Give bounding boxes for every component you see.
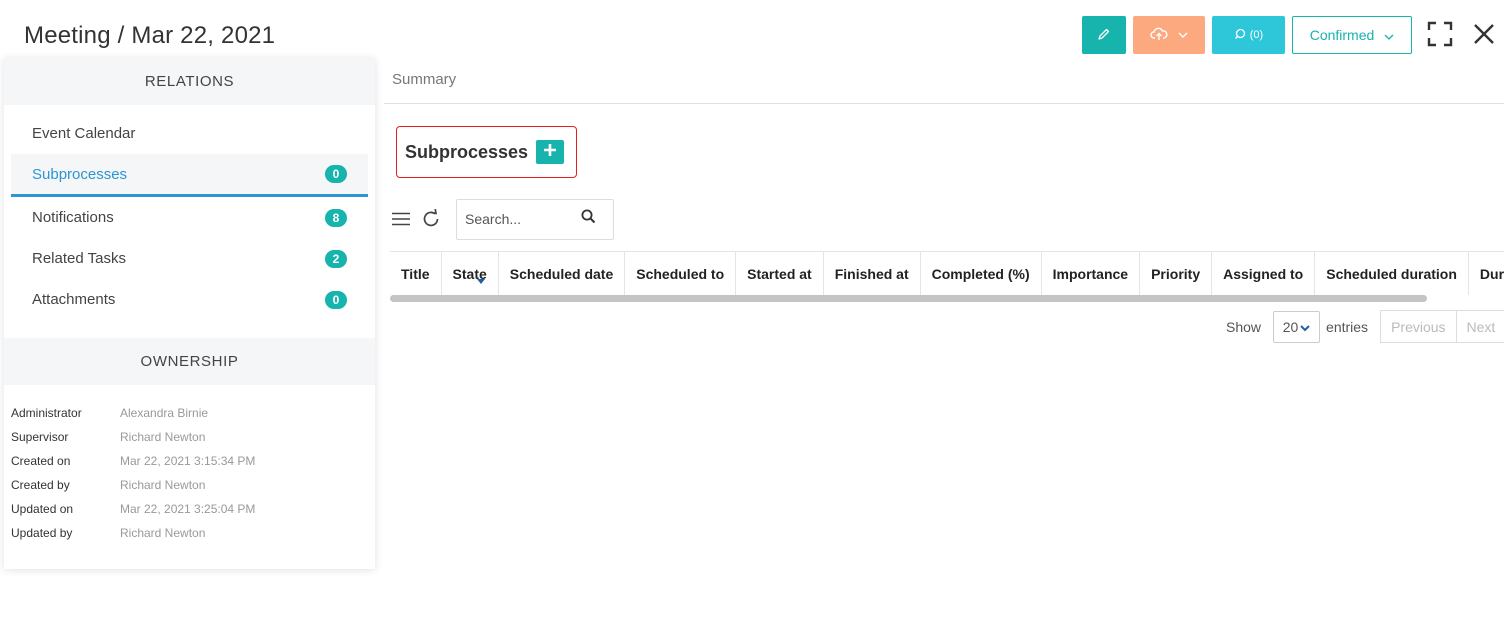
sort-icon xyxy=(476,273,486,289)
ownership-row: Updated by Richard Newton xyxy=(11,521,368,545)
column-header-state[interactable]: State xyxy=(441,252,499,295)
sidebar-item-label: Attachments xyxy=(32,291,116,308)
sidebar-item-label: Notifications xyxy=(32,209,114,226)
ownership-row: Supervisor Richard Newton xyxy=(11,425,368,449)
ownership-label: Supervisor xyxy=(11,430,69,444)
comment-icon xyxy=(1234,28,1246,43)
column-header-scheduled-duration[interactable]: Scheduled duration xyxy=(1314,252,1469,295)
sidebar-item-label: Subprocesses xyxy=(32,165,128,183)
show-label: Show xyxy=(1226,318,1262,335)
pencil-icon xyxy=(1097,27,1111,44)
ownership-label: Created on xyxy=(11,454,71,468)
page-size-select[interactable]: 20 xyxy=(1273,310,1321,343)
column-header-priority[interactable]: Priority xyxy=(1139,252,1213,295)
count-badge: 0 xyxy=(325,165,347,183)
chevron-down-icon xyxy=(1178,29,1188,41)
subprocesses-header: Subprocesses xyxy=(396,126,577,178)
cloud-upload-icon xyxy=(1150,27,1168,44)
sidebar-item-attachments[interactable]: Attachments 0 xyxy=(11,279,368,320)
pagination: Show 20 entries Previous Next xyxy=(1226,310,1504,343)
tab-summary[interactable]: Summary xyxy=(392,71,456,88)
sidebar-item-subprocesses[interactable]: Subprocesses 0 xyxy=(11,154,368,197)
count-badge: 0 xyxy=(325,290,347,309)
sidebar-item-related-tasks[interactable]: Related Tasks 2 xyxy=(11,238,368,279)
ownership-list: Administrator Alexandra Birnie Superviso… xyxy=(4,385,375,545)
scrollbar-thumb[interactable] xyxy=(390,295,1427,302)
ownership-label: Updated on xyxy=(11,502,74,516)
previous-page-button[interactable]: Previous xyxy=(1380,310,1457,343)
horizontal-scrollbar[interactable] xyxy=(390,295,1504,303)
table-header-row: Title State Scheduled date Scheduled to … xyxy=(390,252,1504,295)
ownership-row: Created on Mar 22, 2021 3:15:34 PM xyxy=(11,449,368,473)
column-header-importance[interactable]: Importance xyxy=(1041,252,1141,295)
relations-list: Event Calendar Subprocesses 0 Notificati… xyxy=(4,105,375,320)
column-header-finished-at[interactable]: Finished at xyxy=(823,252,921,295)
ownership-row: Created by Richard Newton xyxy=(11,473,368,497)
ownership-value: Richard Newton xyxy=(120,526,206,540)
status-label: Confirmed xyxy=(1309,27,1375,43)
column-header-duration[interactable]: Dura xyxy=(1468,252,1504,295)
edit-button[interactable] xyxy=(1082,16,1126,54)
ownership-value: Richard Newton xyxy=(120,430,206,444)
ownership-label: Updated by xyxy=(11,526,73,540)
column-header-started-at[interactable]: Started at xyxy=(735,252,824,295)
divider xyxy=(384,103,1504,104)
column-header-assigned-to[interactable]: Assigned to xyxy=(1211,252,1316,295)
count-badge: 2 xyxy=(325,249,347,268)
entries-label: entries xyxy=(1326,318,1369,335)
ownership-label: Administrator xyxy=(11,406,82,420)
ownership-row: Administrator Alexandra Birnie xyxy=(11,401,368,425)
section-title: Subprocesses xyxy=(405,141,529,162)
close-icon[interactable] xyxy=(1470,20,1498,48)
sidebar-item-label: Related Tasks xyxy=(32,250,126,267)
ownership-value: Mar 22, 2021 3:25:04 PM xyxy=(120,502,256,516)
ownership-label: Created by xyxy=(11,478,70,492)
ownership-value: Alexandra Birnie xyxy=(120,406,209,420)
table-toolbar xyxy=(390,198,614,240)
toolbar: (0) Confirmed xyxy=(0,16,1504,54)
status-dropdown[interactable]: Confirmed xyxy=(1292,16,1412,54)
comments-button[interactable]: (0) xyxy=(1212,16,1285,54)
subprocesses-table: Title State Scheduled date Scheduled to … xyxy=(390,251,1504,295)
search-field[interactable] xyxy=(456,198,614,240)
count-badge: 8 xyxy=(325,208,347,227)
next-page-button[interactable]: Next xyxy=(1456,310,1504,343)
relations-header: RELATIONS xyxy=(4,58,375,105)
ownership-header: OWNERSHIP xyxy=(4,338,375,385)
column-header-title[interactable]: Title xyxy=(390,252,442,295)
page-size-value: 20 xyxy=(1282,318,1299,335)
ownership-value: Richard Newton xyxy=(120,478,206,492)
ownership-value: Mar 22, 2021 3:15:34 PM xyxy=(120,454,256,468)
sidebar-item-notifications[interactable]: Notifications 8 xyxy=(11,197,368,238)
column-header-scheduled-to[interactable]: Scheduled to xyxy=(624,252,737,295)
chevron-down-icon xyxy=(1300,319,1311,335)
chevron-down-icon xyxy=(1384,27,1394,43)
search-icon[interactable] xyxy=(581,209,596,229)
sidebar-item-label: Event Calendar xyxy=(32,125,136,142)
comments-count: (0) xyxy=(1249,29,1264,41)
column-header-scheduled-date[interactable]: Scheduled date xyxy=(498,252,626,295)
search-input[interactable] xyxy=(465,211,581,227)
sidebar: RELATIONS Event Calendar Subprocesses 0 … xyxy=(4,58,375,569)
add-subprocess-button[interactable] xyxy=(536,140,565,164)
main-panel: Summary Subprocesses Title xyxy=(384,58,1504,639)
cloud-upload-dropdown-button[interactable] xyxy=(1133,16,1205,54)
menu-icon[interactable] xyxy=(390,208,412,230)
sidebar-item-event-calendar[interactable]: Event Calendar xyxy=(11,113,368,154)
refresh-icon[interactable] xyxy=(420,208,442,230)
plus-icon xyxy=(543,143,557,162)
ownership-row: Updated on Mar 22, 2021 3:25:04 PM xyxy=(11,497,368,521)
fullscreen-icon[interactable] xyxy=(1426,20,1454,48)
column-header-completed[interactable]: Completed (%) xyxy=(920,252,1042,295)
